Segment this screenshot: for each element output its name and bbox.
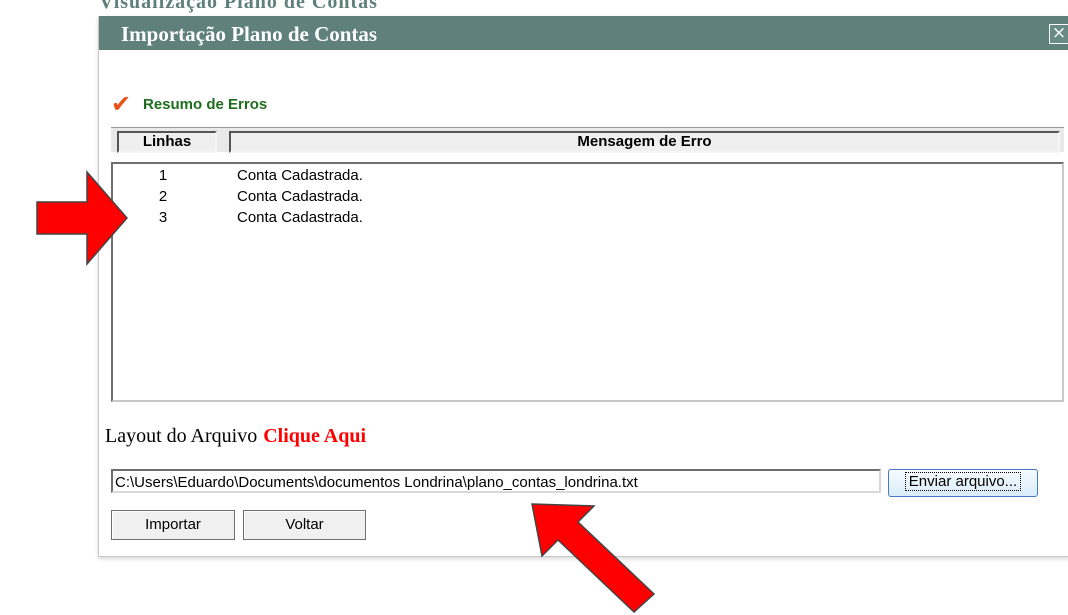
- dialog-title: Importação Plano de Contas: [121, 22, 378, 46]
- import-button[interactable]: Importar: [111, 510, 235, 540]
- table-row: 2 Conta Cadastrada.: [113, 188, 1062, 208]
- send-file-button[interactable]: Enviar arquivo...: [888, 469, 1038, 497]
- table-header: Linhas Mensagem de Erro: [111, 127, 1064, 153]
- layout-link[interactable]: Clique Aqui: [263, 425, 366, 447]
- column-header-lines[interactable]: Linhas: [117, 131, 217, 153]
- red-arrow-up-left-icon: [531, 503, 656, 614]
- table-row: 1 Conta Cadastrada.: [113, 167, 1062, 187]
- column-header-message[interactable]: Mensagem de Erro: [229, 131, 1060, 153]
- dialog-titlebar: Importação Plano de Contas ×: [99, 16, 1068, 50]
- layout-file-line: Layout do Arquivo Clique Aqui: [105, 425, 366, 448]
- send-file-label: Enviar arquivo...: [904, 472, 1022, 491]
- error-summary-label: Resumo de Erros: [143, 95, 268, 113]
- error-summary: ✔ Resumo de Erros: [111, 90, 268, 118]
- back-button[interactable]: Voltar: [243, 510, 366, 540]
- row-message: Conta Cadastrada.: [237, 209, 363, 226]
- checkmark-icon: ✔: [111, 90, 132, 118]
- background-window-title-text: Visualização Plano de Contas: [99, 0, 378, 13]
- row-message: Conta Cadastrada.: [237, 188, 363, 205]
- close-button[interactable]: ×: [1049, 24, 1068, 44]
- red-arrow-right-icon: [36, 170, 128, 266]
- table-row: 3 Conta Cadastrada.: [113, 209, 1062, 229]
- layout-label: Layout do Arquivo: [105, 425, 258, 447]
- row-message: Conta Cadastrada.: [237, 167, 363, 184]
- error-table[interactable]: 1 Conta Cadastrada. 2 Conta Cadastrada. …: [111, 162, 1064, 402]
- import-dialog: Importação Plano de Contas × ✔ Resumo de…: [98, 16, 1068, 557]
- file-path-input[interactable]: C:\Users\Eduardo\Documents\documentos Lo…: [111, 469, 881, 493]
